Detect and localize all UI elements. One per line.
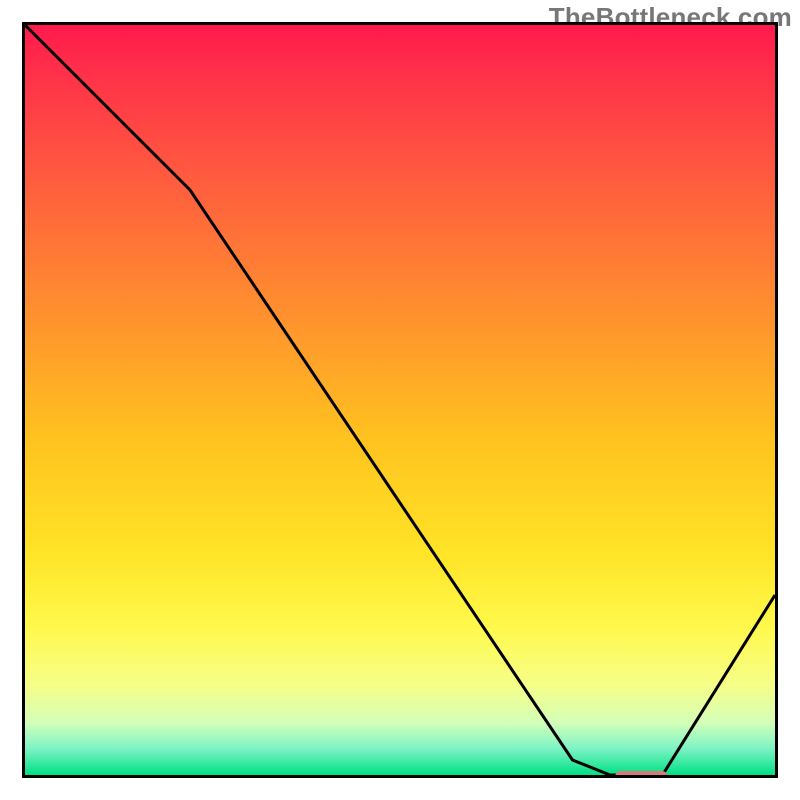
chart-frame: TheBottleneck.com	[0, 0, 800, 800]
curve-layer	[25, 25, 775, 775]
optimal-band-marker	[615, 771, 668, 778]
bottleneck-curve	[25, 25, 775, 775]
plot-area	[22, 22, 778, 778]
